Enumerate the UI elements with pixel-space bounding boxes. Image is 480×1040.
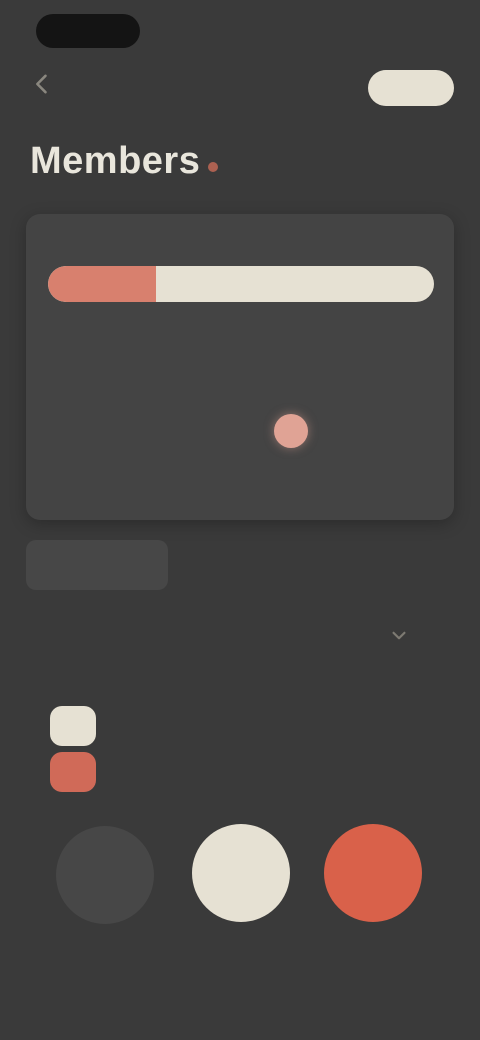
right-control-button[interactable] xyxy=(324,824,422,922)
progress-card xyxy=(26,214,454,520)
status-pill xyxy=(36,14,140,48)
title-dot-icon xyxy=(208,162,218,172)
status-bar xyxy=(0,0,480,52)
progress-fill xyxy=(48,266,156,302)
header-action-button[interactable] xyxy=(368,70,454,106)
chevron-down-icon[interactable] xyxy=(386,622,412,648)
tab-third[interactable] xyxy=(312,540,454,590)
tab-first[interactable] xyxy=(26,540,168,590)
page-title: Members xyxy=(30,140,201,182)
segmented-tabs xyxy=(26,540,454,590)
tab-second[interactable] xyxy=(169,540,311,590)
toggle-knob[interactable] xyxy=(274,414,308,448)
left-control-button[interactable] xyxy=(56,826,154,924)
middle-control-button[interactable] xyxy=(192,824,290,922)
progress-bar xyxy=(48,266,434,302)
back-arrow-icon[interactable] xyxy=(28,70,56,98)
legend-swatch-coral xyxy=(50,752,96,792)
legend-swatch-cream xyxy=(50,706,96,746)
